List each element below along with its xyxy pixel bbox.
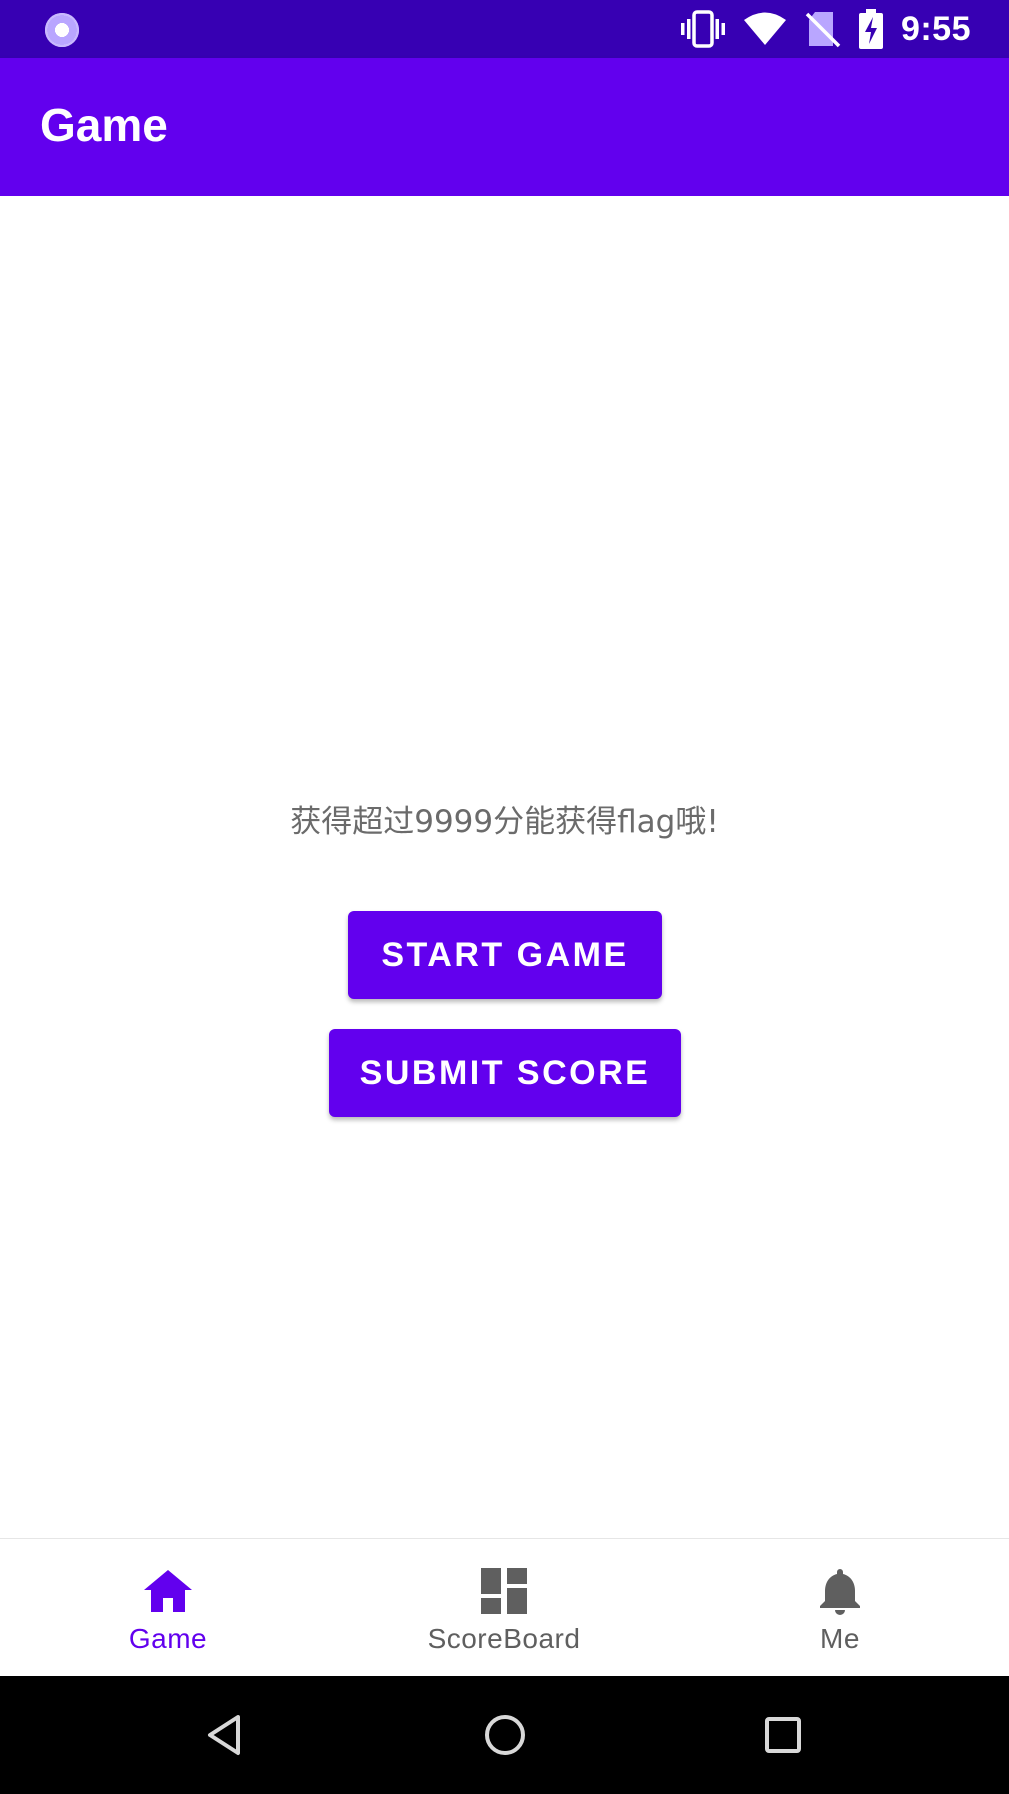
page-title: Game (40, 99, 168, 151)
nav-item-me[interactable]: Me (672, 1539, 1008, 1677)
status-time: 9:55 (900, 9, 971, 48)
start-game-button[interactable]: START GAME (348, 911, 662, 999)
wifi-icon (743, 11, 787, 47)
vibrate-icon (680, 9, 725, 49)
home-icon (142, 1565, 194, 1617)
hint-text: 获得超过9999分能获得flag哦! (290, 804, 719, 840)
system-navigation-bar (0, 1676, 1009, 1794)
main-content: 获得超过9999分能获得flag哦! START GAME SUBMIT SCO… (0, 196, 1009, 1538)
battery-charging-icon (858, 9, 883, 49)
loading-indicator-icon (45, 13, 79, 47)
recents-icon[interactable] (760, 1712, 806, 1758)
home-circle-icon[interactable] (482, 1712, 528, 1758)
status-icons: 9:55 (680, 0, 1009, 58)
dashboard-icon (478, 1565, 530, 1617)
nav-label-scoreboard: ScoreBoard (427, 1623, 581, 1654)
nav-label-game: Game (128, 1623, 208, 1654)
nav-label-me: Me (820, 1623, 860, 1654)
nav-item-scoreboard[interactable]: ScoreBoard (336, 1539, 672, 1677)
back-icon[interactable] (202, 1712, 248, 1758)
no-sim-icon (805, 10, 841, 48)
bell-icon (814, 1565, 866, 1617)
app-bar: Game (0, 58, 1009, 196)
status-bar: 9:55 (0, 0, 1009, 58)
nav-item-game[interactable]: Game (0, 1539, 336, 1677)
bottom-navigation: Game ScoreBoard Me (0, 1538, 1009, 1677)
submit-score-button[interactable]: SUBMIT SCORE (329, 1029, 681, 1117)
